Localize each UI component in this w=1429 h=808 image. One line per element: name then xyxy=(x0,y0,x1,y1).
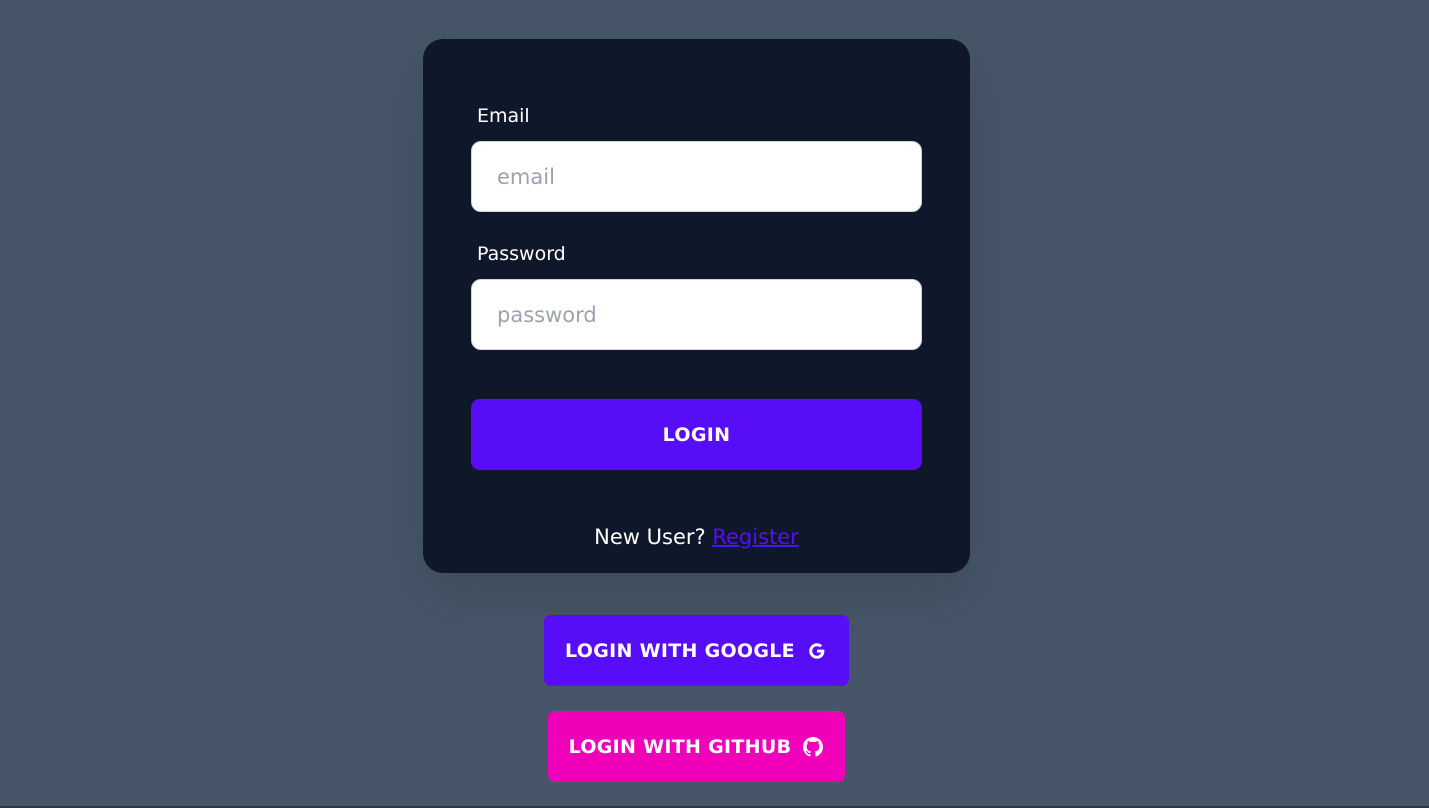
register-prompt: New User? Register xyxy=(423,525,970,549)
google-icon xyxy=(806,640,828,662)
password-label: Password xyxy=(477,243,566,265)
new-user-text: New User? xyxy=(594,525,713,549)
login-with-google-button[interactable]: LOGIN WITH GOOGLE xyxy=(544,615,849,686)
github-icon xyxy=(802,736,824,758)
password-field[interactable] xyxy=(471,279,922,350)
login-button[interactable]: LOGIN xyxy=(471,399,922,470)
register-link[interactable]: Register xyxy=(712,525,798,549)
login-with-github-label: LOGIN WITH GITHUB xyxy=(568,735,792,758)
login-with-google-label: LOGIN WITH GOOGLE xyxy=(565,639,795,662)
email-field[interactable] xyxy=(471,141,922,212)
login-card: Email Password LOGIN New User? Register xyxy=(423,39,970,573)
login-with-github-button[interactable]: LOGIN WITH GITHUB xyxy=(548,711,845,782)
email-label: Email xyxy=(477,105,530,127)
